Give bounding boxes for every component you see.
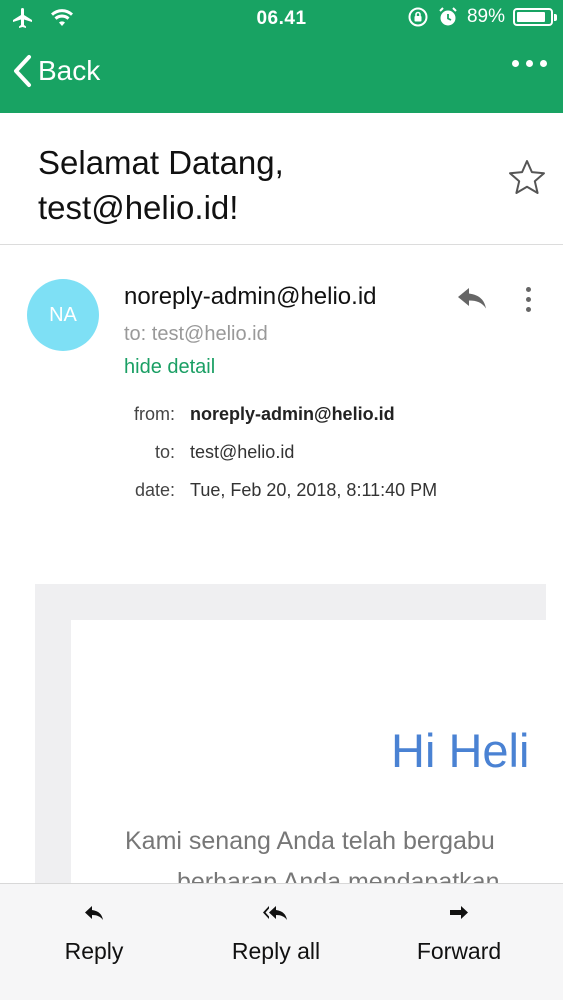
- status-bar: 06.41 89%: [0, 0, 563, 38]
- hide-detail-link[interactable]: hide detail: [124, 356, 215, 379]
- from-label: from:: [133, 404, 175, 424]
- reply-label: Reply: [64, 938, 124, 964]
- dot-icon: [526, 297, 531, 302]
- bottom-toolbar: Reply Reply all Forward: [0, 883, 563, 1000]
- date-value: Tue, Feb 20, 2018, 8:11:40 PM: [190, 480, 438, 500]
- dot-icon: [512, 60, 519, 67]
- dot-icon: [526, 307, 531, 312]
- date-label: date:: [134, 480, 175, 500]
- navigation-bar: Back: [0, 38, 563, 113]
- reply-all-icon: [263, 906, 287, 920]
- reply-icon: [85, 906, 103, 920]
- dot-icon: [540, 60, 547, 67]
- detail-row-to: to: test@helio.id: [0, 442, 563, 470]
- divider: [0, 244, 563, 245]
- forward-label: Forward: [416, 938, 502, 964]
- battery-icon: [513, 8, 557, 26]
- reply-icon[interactable]: [455, 284, 489, 312]
- email-body-line: Kami senang Anda telah bergabu: [125, 827, 495, 855]
- from-value: noreply-admin@helio.id: [190, 404, 395, 424]
- dot-icon: [526, 287, 531, 292]
- email-subject: Selamat Datang, test@helio.id!: [38, 144, 284, 226]
- back-button[interactable]: Back: [12, 54, 100, 88]
- battery-fill: [517, 12, 546, 22]
- app-header: 06.41 89% Back: [0, 0, 563, 113]
- email-greeting: Hi Heli: [391, 724, 530, 777]
- reply-button[interactable]: Reply: [24, 904, 164, 965]
- to-label: to:: [154, 442, 175, 462]
- email-body-line: berharap Anda mendapatkan: [177, 868, 500, 884]
- forward-icon: [450, 906, 468, 919]
- to-value: test@helio.id: [190, 442, 295, 462]
- sender-address: noreply-admin@helio.id: [124, 283, 377, 310]
- reply-all-button[interactable]: Reply all: [206, 904, 346, 965]
- recipient-line: to: test@helio.id: [124, 323, 268, 345]
- forward-button[interactable]: Forward: [389, 904, 529, 965]
- message-menu-button[interactable]: [526, 287, 531, 312]
- alarm-icon: [439, 7, 457, 26]
- battery-percent: 89%: [466, 6, 505, 27]
- email-body-content: Hi Heli Kami senang Anda telah bergabu b…: [71, 620, 546, 884]
- detail-row-date: date: Tue, Feb 20, 2018, 8:11:40 PM: [0, 480, 563, 508]
- dot-icon: [526, 60, 533, 67]
- star-icon[interactable]: [507, 158, 547, 198]
- email-body-frame[interactable]: Hi Heli Kami senang Anda telah bergabu b…: [35, 584, 546, 884]
- detail-row-from: from: noreply-admin@helio.id: [0, 404, 563, 432]
- reply-all-label: Reply all: [231, 938, 321, 964]
- chevron-left-icon: [14, 55, 31, 87]
- more-options-button[interactable]: [512, 60, 547, 67]
- back-label: Back: [38, 55, 101, 86]
- avatar: NA: [27, 279, 99, 351]
- rotation-lock-icon: [408, 7, 428, 27]
